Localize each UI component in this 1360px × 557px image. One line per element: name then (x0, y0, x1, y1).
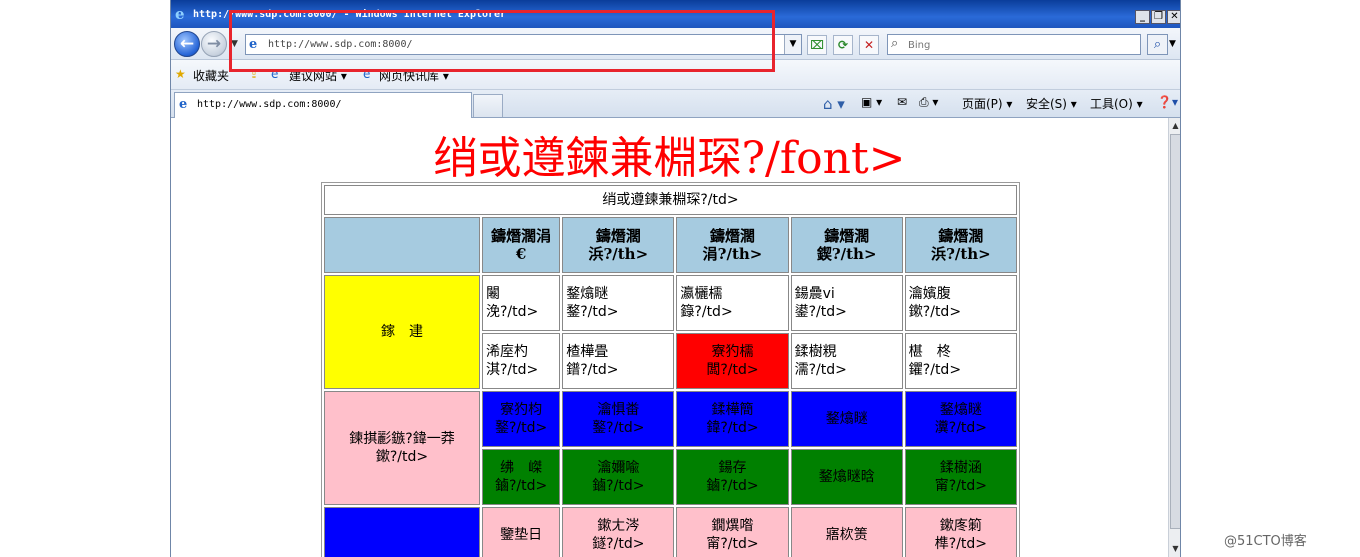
table-cell: 鍒樺簡 鍏?/td> (676, 391, 789, 447)
table-cell: 浠庢杓 淇?/td> (482, 333, 561, 389)
new-tab-button[interactable] (473, 94, 503, 117)
help-icon[interactable]: ❓▾ (1157, 95, 1178, 109)
table-cell: 闂 浼?/td> (482, 275, 561, 331)
safety-menu[interactable]: 安全(S) ▾ (1026, 95, 1077, 112)
page-viewport: 绡或遵鍊兼棩琛?/font> 绡或遵鍊兼棩琛?/td> 鑄熸濶涓€ 鑄熸濶浜?/… (171, 118, 1168, 557)
tab-row: e http://www.sdp.com:8000/ ⌂ ▾ ▣ ▾ ✉ ⎙ ▾… (171, 90, 1180, 118)
tab-title: http://www.sdp.com:8000/ (197, 99, 342, 110)
table-cell: 鍒樹粯 濡?/td> (790, 333, 903, 389)
table-caption: 绡或遵鍊兼棩琛?/td> (324, 185, 1017, 215)
table-cell: 绋 嵥 鏀?/td> (482, 449, 561, 505)
window-title: http://www.sdp.com:8000/ - Windows Inter… (193, 9, 507, 20)
watermark: @51CTO博客 (1224, 534, 1307, 549)
history-dropdown-icon[interactable]: ▼ (231, 39, 238, 49)
header-cell: 鑄熸濶浜?/th> (904, 217, 1017, 273)
page-heading: 绡或遵鍊兼棩琛?/font> (433, 133, 906, 184)
table-cell: 鍚曟vi 鍙?/td> (790, 275, 903, 331)
suggested-sites-link[interactable]: 建议网站 ▾ (289, 67, 347, 84)
header-cell: 鑄熸濶浜?/th> (562, 217, 675, 273)
table-cell: 鐗熼喒 甯?/td> (676, 507, 789, 557)
page-icon: e (249, 37, 258, 52)
tools-menu[interactable]: 工具(O) ▾ (1090, 95, 1143, 112)
table-cell: 寤栨箦 (790, 507, 903, 557)
ie-logo-icon: e (175, 5, 185, 23)
table-cell: 鍒樹涵 甯?/td> (904, 449, 1017, 505)
stop-icon[interactable]: ✕ (859, 35, 879, 55)
tab-current[interactable]: e http://www.sdp.com:8000/ (174, 92, 472, 118)
home-icon[interactable]: ⌂ ▾ (823, 95, 845, 113)
favorites-label[interactable]: 收藏夹 (193, 67, 229, 84)
table-cell: 寮犳枃 鐜?/td> (482, 391, 561, 447)
vertical-scrollbar[interactable]: ▲ ▼ (1168, 118, 1180, 557)
back-button[interactable]: ← (174, 31, 200, 57)
refresh-icon[interactable]: ⟳ (833, 35, 853, 55)
title-bar: e http://www.sdp.com:8000/ - Windows Int… (171, 0, 1180, 28)
address-dropdown-icon[interactable]: ▼ (784, 35, 801, 54)
table-cell: 鍪熻瞇晗 (790, 449, 903, 505)
forward-button[interactable]: → (201, 31, 227, 57)
favorites-bar: ★ 收藏夹 ⇪ e 建议网站 ▾ e 网页快讯库 ▾ (171, 60, 1180, 90)
web-slice-gallery-link[interactable]: 网页快讯库 ▾ (379, 67, 449, 84)
table-cell: 鍪熻瞇 瀵?/td> (904, 391, 1017, 447)
navigation-bar: ← → ▼ e ▼ ⌧ ⟳ ✕ ⌕ ⌕ ▼ (171, 28, 1180, 60)
table-cell: 寮犳檽 闆?/td> (676, 333, 789, 389)
tab-page-icon: e (179, 97, 188, 112)
table-cell: 瀛欐檽 籙?/td> (676, 275, 789, 331)
table-cell: 椹 柊 鑺?/td> (904, 333, 1017, 389)
header-corner (324, 217, 480, 273)
scroll-thumb[interactable] (1170, 134, 1180, 529)
restore-button[interactable]: ❐ (1151, 10, 1166, 24)
feeds-icon[interactable]: ▣ ▾ (861, 95, 882, 109)
print-icon[interactable]: ⎙ ▾ (919, 95, 938, 110)
address-bar[interactable]: e ▼ (245, 34, 802, 55)
compatibility-view-icon[interactable]: ⌧ (807, 35, 827, 55)
minimize-button[interactable]: _ (1135, 10, 1150, 24)
table-cell: 瀹嬭喩 鏀?/td> (562, 449, 675, 505)
search-provider-icon: ⌕ (891, 36, 899, 51)
table-cell: 鍪熻瞇 (790, 391, 903, 447)
scroll-down-icon[interactable]: ▼ (1169, 542, 1180, 556)
group-cell: 鍊掑彲鏃?鍏一莽 鏉?/td> (324, 391, 480, 505)
web-slice-gallery-icon: e (363, 67, 371, 81)
scroll-up-icon[interactable]: ▲ (1169, 119, 1180, 133)
schedule-table: 绡或遵鍊兼棩琛?/td> 鑄熸濶涓€ 鑄熸濶浜?/th> 鑄熸濶涓?/th> 鑄… (321, 182, 1020, 557)
favorites-star-icon[interactable]: ★ (175, 67, 186, 81)
add-favorite-icon[interactable]: ⇪ (249, 67, 259, 81)
table-cell: 鍚存 鏀?/td> (676, 449, 789, 505)
table-cell: 楂樺畳 鐠?/td> (562, 333, 675, 389)
table-cell: 鑒垫日 (482, 507, 561, 557)
search-input[interactable] (908, 37, 1134, 53)
table-cell: 瀹嬪腹 鏉?/td> (904, 275, 1017, 331)
table-cell: 瀹惧畨 鐜?/td> (562, 391, 675, 447)
header-cell: 鑄熸濶鍥?/th> (790, 217, 903, 273)
close-button[interactable]: ✕ (1167, 10, 1180, 24)
group-cell: 鎵 䢖 (324, 275, 480, 389)
suggested-sites-icon: e (271, 67, 279, 81)
address-input[interactable] (268, 36, 778, 53)
table-cell: 鏉庝箣 榫?/td> (904, 507, 1017, 557)
caption-buttons: _ ❐ ✕ (1135, 10, 1180, 24)
table-cell: 鏉ㄤ涔 鐩?/td> (562, 507, 675, 557)
search-icon[interactable]: ⌕ (1147, 34, 1168, 55)
header-cell: 鑄熸濶涓€ (482, 217, 561, 273)
page-menu[interactable]: 页面(P) ▾ (962, 95, 1012, 112)
table-cell: 鍪熻瞇 鍪?/td> (562, 275, 675, 331)
search-options-dropdown-icon[interactable]: ▼ (1169, 39, 1176, 49)
ie-window: e http://www.sdp.com:8000/ - Windows Int… (170, 0, 1181, 557)
search-box[interactable]: ⌕ (887, 34, 1141, 55)
mail-icon[interactable]: ✉ (897, 95, 907, 109)
group-cell (324, 507, 480, 557)
header-cell: 鑄熸濶涓?/th> (676, 217, 789, 273)
